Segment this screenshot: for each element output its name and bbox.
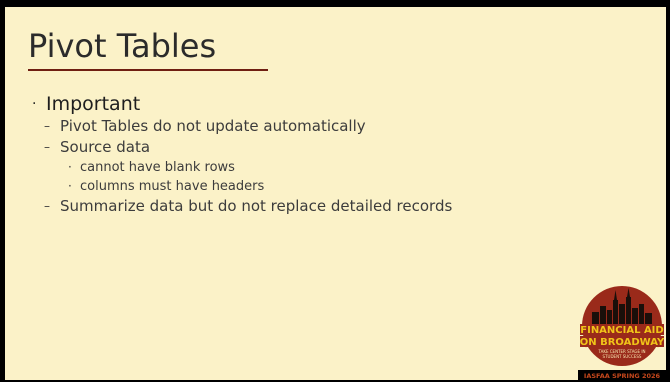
subitem-text: Summarize data but do not replace detail… — [60, 197, 453, 215]
logo-line2: ON BROADWAY — [580, 337, 665, 348]
dash-marker: – — [44, 119, 50, 133]
dot-marker: · — [68, 179, 72, 193]
bullet-heading: Important — [46, 93, 141, 115]
subitem-summarize: – Summarize data but do not replace deta… — [32, 196, 592, 217]
subsubitem-text: columns must have headers — [80, 179, 265, 194]
dash-marker: – — [44, 140, 50, 154]
logo-line1: FINANCIAL AID — [580, 325, 663, 336]
subitem-text: Source data — [60, 138, 151, 156]
subsubitem-blank-rows: · cannot have blank rows — [32, 158, 592, 177]
conference-logo: FINANCIAL AID ON BROADWAY TAKE CENTER ST… — [578, 286, 666, 380]
slide-content: · Important – Pivot Tables do not update… — [32, 92, 592, 217]
title-underline — [28, 69, 268, 71]
subsubitem-text: cannot have blank rows — [80, 160, 235, 175]
subitem-no-auto-update: – Pivot Tables do not update automatical… — [32, 116, 592, 137]
subitem-source-data: – Source data — [32, 137, 592, 158]
bullet-marker: · — [32, 96, 37, 112]
slide-title: Pivot Tables — [28, 27, 217, 65]
bullet-important: · Important — [32, 92, 592, 116]
logo-footer: IASFAA SPRING 2026 — [584, 372, 661, 380]
logo-tagline2: STUDENT SUCCESS — [603, 354, 642, 359]
subsubitem-headers: · columns must have headers — [32, 177, 592, 196]
subitem-text: Pivot Tables do not update automatically — [60, 117, 366, 135]
dash-marker: – — [44, 199, 50, 213]
slide: Pivot Tables · Important – Pivot Tables … — [0, 0, 670, 382]
dot-marker: · — [68, 160, 72, 174]
